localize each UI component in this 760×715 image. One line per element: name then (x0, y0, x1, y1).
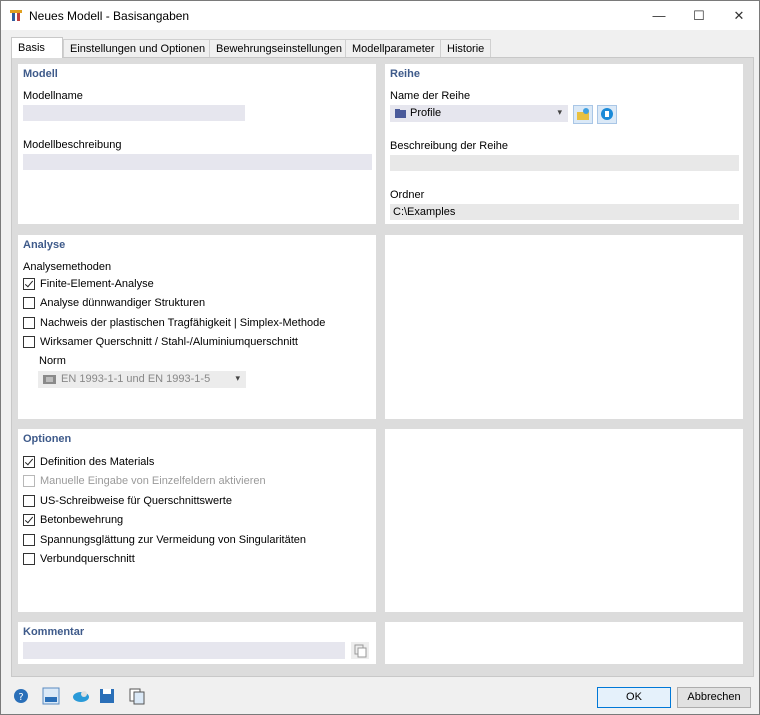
app-icon (10, 10, 22, 21)
checkbox-label: US-Schreibweise für Querschnittswerte (40, 495, 232, 507)
recalc-icon (73, 691, 89, 702)
help-button[interactable]: ? (11, 686, 31, 706)
modellname-label: Modellname (23, 90, 83, 102)
norm-select[interactable]: EN 1993-1-1 und EN 1993-1-5 ▾ (38, 371, 246, 388)
ordner-value: C:\Examples (393, 206, 456, 218)
checkbox-box (23, 317, 35, 329)
tab-einstellungen[interactable]: Einstellungen und Optionen (63, 39, 213, 58)
fe-analyse-checkbox[interactable]: Finite-Element-Analyse (23, 278, 154, 290)
maximize-button[interactable]: ☐ (677, 1, 721, 30)
spannungsglaettung-checkbox[interactable]: Spannungsglättung zur Vermeidung von Sin… (23, 534, 306, 546)
kommentar-input[interactable] (23, 642, 345, 659)
checkbox-box (23, 278, 35, 290)
checkbox-label: Wirksamer Querschnitt / Stahl-/Aluminium… (40, 336, 298, 348)
duennwandig-checkbox[interactable]: Analyse dünnwandiger Strukturen (23, 297, 205, 309)
optionen-panel: Optionen Definition des Materials Manuel… (18, 429, 376, 612)
norm-value: EN 1993-1-1 und EN 1993-1-5 (61, 373, 211, 385)
verbundquerschnitt-checkbox[interactable]: Verbundquerschnitt (23, 553, 135, 565)
edit-reihe-button[interactable] (597, 105, 617, 124)
modellname-input[interactable] (23, 105, 245, 121)
modell-panel: Modell Modellname Modellbeschreibung (18, 64, 376, 224)
reihe-desc-label: Beschreibung der Reihe (390, 140, 509, 152)
analyse-panel: Analyse Analysemethoden Finite-Element-A… (18, 235, 376, 419)
checkbox-box (23, 456, 35, 468)
checkbox-box (23, 553, 35, 565)
checkbox-box (23, 534, 35, 546)
checkbox-box (23, 297, 35, 309)
checkbox-label: Nachweis der plastischen Tragfähigkeit |… (40, 317, 326, 329)
folder-icon (395, 109, 406, 118)
reihe-select[interactable]: Profile ▾ (390, 105, 568, 122)
dialog-window: Neues Modell - Basisangaben — ☐ ✕ Basis … (0, 0, 760, 715)
cancel-button[interactable]: Abbrechen (677, 687, 751, 708)
wirksamer-querschnitt-checkbox[interactable]: Wirksamer Querschnitt / Stahl-/Aluminium… (23, 336, 298, 348)
units-button[interactable] (41, 686, 61, 706)
optionen-right-panel (385, 429, 743, 612)
checkbox-label: Finite-Element-Analyse (40, 278, 154, 290)
modellbeschreibung-label: Modellbeschreibung (23, 139, 122, 151)
reihe-select-value: Profile (410, 107, 442, 119)
recalc-button[interactable] (71, 686, 91, 706)
checkbox-label: Betonbewehrung (40, 514, 124, 526)
new-reihe-button[interactable] (573, 105, 593, 124)
window-title: Neues Modell - Basisangaben (29, 9, 190, 23)
checkbox-label: Definition des Materials (40, 456, 155, 468)
betonbewehrung-checkbox[interactable]: Betonbewehrung (23, 514, 123, 526)
ordner-input[interactable]: C:\Examples (390, 204, 739, 220)
tab-basis[interactable]: Basis (11, 37, 63, 58)
edit-icon (601, 108, 613, 120)
save-button[interactable] (97, 686, 117, 706)
norm-label: Norm (39, 355, 66, 367)
tab-historie[interactable]: Historie (440, 39, 492, 58)
tab-modellparameter[interactable]: Modellparameter (345, 39, 442, 58)
title-bar: Neues Modell - Basisangaben — ☐ ✕ (1, 1, 759, 30)
checkbox-box (23, 475, 35, 487)
checkbox-label: Manuelle Eingabe von Einzelfeldern aktiv… (40, 475, 266, 487)
checkbox-box (23, 495, 35, 507)
manuelle-eingabe-checkbox: Manuelle Eingabe von Einzelfeldern aktiv… (23, 475, 266, 487)
us-schreibweise-checkbox[interactable]: US-Schreibweise für Querschnittswerte (23, 495, 232, 507)
copy-icon (354, 644, 367, 658)
kommentar-title: Kommentar (23, 626, 85, 638)
checkbox-box (23, 514, 35, 526)
checkbox-label: Verbundquerschnitt (40, 553, 135, 565)
optionen-title: Optionen (23, 433, 72, 445)
checkbox-label: Analyse dünnwandiger Strukturen (40, 297, 206, 309)
ordner-label: Ordner (390, 189, 425, 201)
reihe-desc-input[interactable] (390, 155, 739, 171)
reihe-name-label: Name der Reihe (390, 90, 471, 102)
close-button[interactable]: ✕ (717, 1, 760, 30)
norm-icon (43, 375, 56, 384)
reihe-title: Reihe (390, 68, 420, 80)
chevron-down-icon: ▾ (235, 373, 240, 383)
plastisch-checkbox[interactable]: Nachweis der plastischen Tragfähigkeit |… (23, 317, 325, 329)
chevron-down-icon: ▾ (557, 107, 562, 117)
modellbeschreibung-input[interactable] (23, 154, 372, 170)
save-icon (100, 689, 114, 703)
copy-dialog-button[interactable] (127, 686, 147, 706)
kommentar-copy-button[interactable] (351, 642, 369, 659)
analyse-right-panel (385, 235, 743, 419)
minimize-button[interactable]: — (637, 1, 681, 30)
new-folder-icon (577, 108, 589, 120)
units-icon (42, 687, 60, 705)
tab-content: Modell Modellname Modellbeschreibung Rei… (11, 57, 754, 677)
copy-icon (129, 688, 145, 705)
kommentar-right-panel (385, 622, 743, 664)
analysemethoden-label: Analysemethoden (23, 261, 112, 273)
analyse-title: Analyse (23, 239, 66, 251)
reihe-panel: Reihe Name der Reihe Profile ▾ Beschreib… (385, 64, 743, 224)
modell-title: Modell (23, 68, 58, 80)
svg-text:?: ? (18, 692, 23, 703)
checkbox-label: Spannungsglättung zur Vermeidung von Sin… (40, 534, 307, 546)
help-icon: ? (14, 689, 28, 703)
kommentar-panel: Kommentar (18, 622, 376, 664)
ok-button[interactable]: OK (597, 687, 671, 708)
checkbox-box (23, 336, 35, 348)
tab-bewehrung[interactable]: Bewehrungseinstellungen (209, 39, 349, 58)
material-checkbox[interactable]: Definition des Materials (23, 456, 154, 468)
